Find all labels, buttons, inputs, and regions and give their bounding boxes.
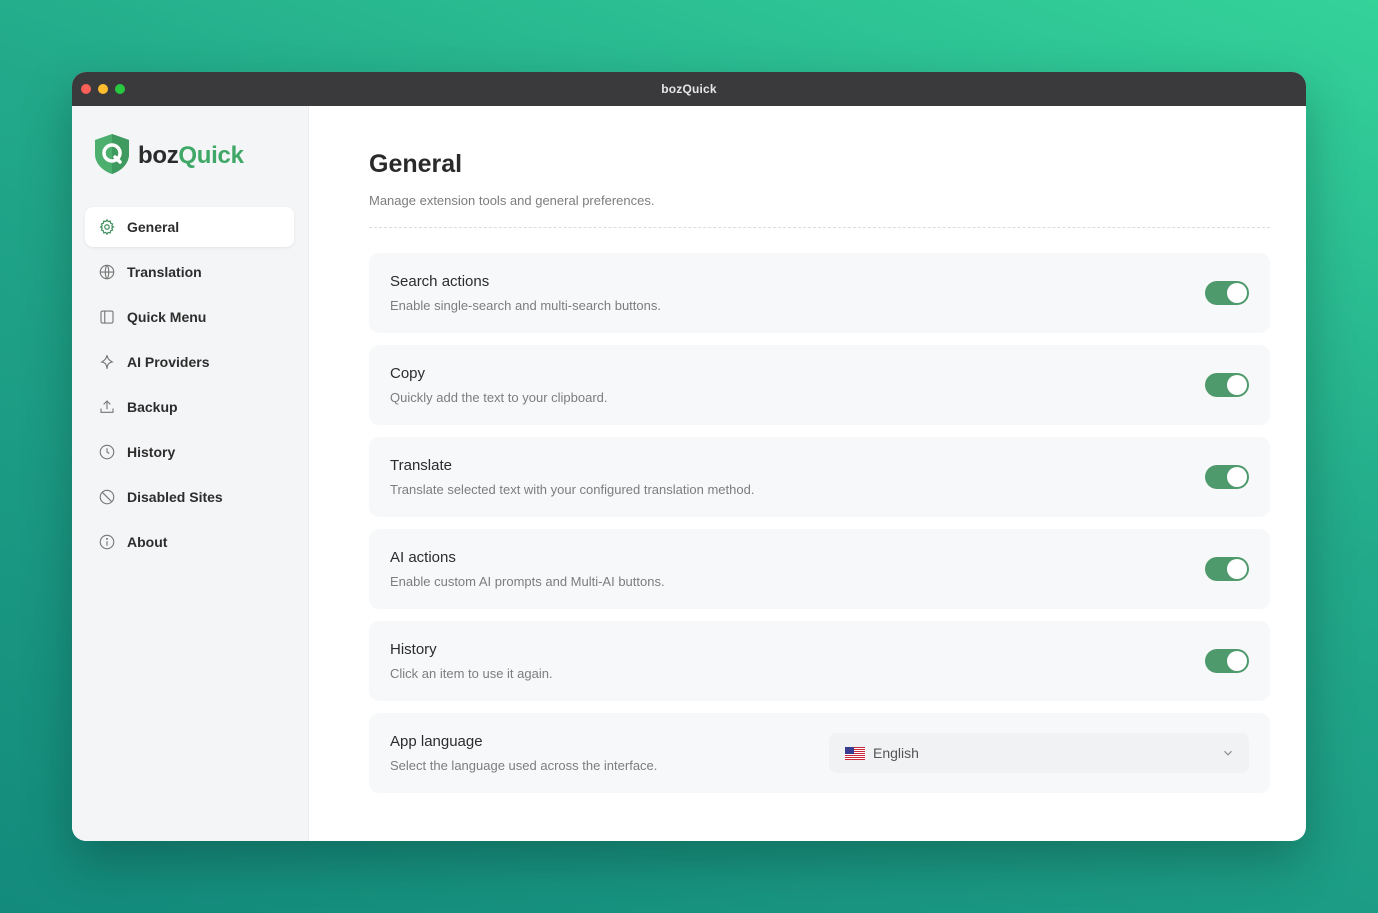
sidebar-item-quick-menu[interactable]: Quick Menu: [85, 297, 294, 337]
setting-history: History Click an item to use it again.: [369, 621, 1270, 701]
sidebar-item-label: General: [127, 219, 180, 235]
setting-description: Enable single-search and multi-search bu…: [390, 298, 661, 313]
main-content: General Manage extension tools and gener…: [309, 106, 1306, 841]
sidebar-nav: General Translation Quick Menu AI Provid…: [85, 207, 294, 562]
sidebar-item-label: History: [127, 444, 176, 460]
panel-icon: [98, 308, 116, 326]
sidebar-item-disabled-sites[interactable]: Disabled Sites: [85, 477, 294, 517]
setting-app-language: App language Select the language used ac…: [369, 713, 1270, 793]
sidebar-item-label: Quick Menu: [127, 309, 207, 325]
upload-icon: [98, 398, 116, 416]
minimize-window-button[interactable]: [98, 84, 108, 94]
setting-copy: Copy Quickly add the text to your clipbo…: [369, 345, 1270, 425]
sidebar-item-label: Translation: [127, 264, 202, 280]
setting-title: History: [390, 641, 437, 658]
gear-icon: [98, 218, 116, 236]
brand-logo: bozQuick: [85, 133, 294, 180]
setting-title: AI actions: [390, 549, 456, 566]
page-title: General: [369, 150, 463, 178]
setting-description: Quickly add the text to your clipboard.: [390, 390, 608, 405]
sidebar-item-label: Backup: [127, 399, 178, 415]
setting-description: Enable custom AI prompts and Multi-AI bu…: [390, 574, 665, 589]
toggle-knob: [1227, 283, 1247, 303]
setting-title: App language: [390, 733, 483, 750]
sidebar-item-ai-providers[interactable]: AI Providers: [85, 342, 294, 382]
sparkle-icon: [98, 353, 116, 371]
copy-toggle[interactable]: [1205, 373, 1249, 397]
sidebar-item-about[interactable]: About: [85, 522, 294, 562]
chevron-down-icon: [1224, 750, 1232, 756]
setting-title: Copy: [390, 365, 426, 382]
toggle-knob: [1227, 651, 1247, 671]
sidebar-item-label: Disabled Sites: [127, 489, 223, 505]
divider: [369, 227, 1270, 228]
sidebar-item-label: About: [127, 534, 168, 550]
setting-translate: Translate Translate selected text with y…: [369, 437, 1270, 517]
setting-description: Translate selected text with your config…: [390, 482, 755, 497]
setting-title: Translate: [390, 457, 452, 474]
globe-icon: [98, 263, 116, 281]
us-flag-icon: [845, 746, 865, 760]
setting-ai-actions: AI actions Enable custom AI prompts and …: [369, 529, 1270, 609]
translate-toggle[interactable]: [1205, 465, 1249, 489]
close-window-button[interactable]: [81, 84, 91, 94]
toggle-knob: [1227, 559, 1247, 579]
ban-icon: [98, 488, 116, 506]
language-select-value: English: [873, 745, 919, 761]
language-select[interactable]: English: [829, 733, 1249, 773]
brand-name: bozQuick: [138, 142, 244, 169]
page-subtitle: Manage extension tools and general prefe…: [369, 193, 655, 208]
window-controls: [81, 84, 125, 94]
clock-icon: [98, 443, 116, 461]
toggle-knob: [1227, 375, 1247, 395]
sidebar-item-general[interactable]: General: [85, 207, 294, 247]
sidebar-item-label: AI Providers: [127, 354, 210, 370]
shield-logo-icon: [92, 133, 132, 180]
sidebar-item-translation[interactable]: Translation: [85, 252, 294, 292]
setting-description: Click an item to use it again.: [390, 666, 553, 681]
setting-description: Select the language used across the inte…: [390, 758, 658, 773]
history-toggle[interactable]: [1205, 649, 1249, 673]
maximize-window-button[interactable]: [115, 84, 125, 94]
ai-actions-toggle[interactable]: [1205, 557, 1249, 581]
sidebar-item-backup[interactable]: Backup: [85, 387, 294, 427]
setting-title: Search actions: [390, 273, 490, 290]
window-title: bozQuick: [661, 82, 717, 96]
setting-search-actions: Search actions Enable single-search and …: [369, 253, 1270, 333]
info-icon: [98, 533, 116, 551]
toggle-knob: [1227, 467, 1247, 487]
search-actions-toggle[interactable]: [1205, 281, 1249, 305]
title-bar: bozQuick: [72, 72, 1306, 106]
sidebar: bozQuick General Translation Quick Menu …: [72, 106, 309, 841]
sidebar-item-history[interactable]: History: [85, 432, 294, 472]
app-window: bozQuick bozQuick General Translation Qu…: [72, 72, 1306, 841]
